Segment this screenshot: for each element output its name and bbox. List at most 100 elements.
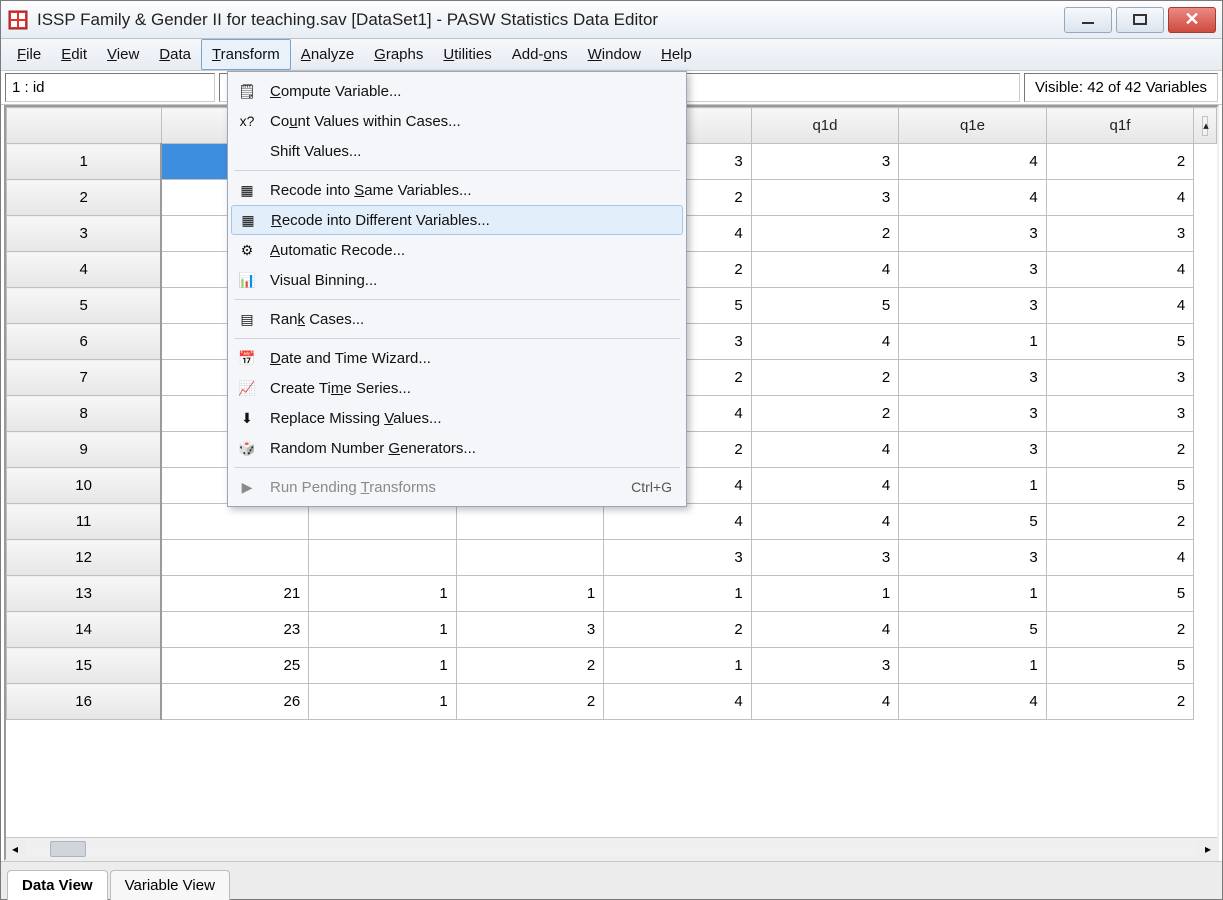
menu-window[interactable]: Window bbox=[578, 39, 651, 70]
data-cell[interactable] bbox=[161, 540, 309, 576]
data-cell[interactable]: 2 bbox=[751, 360, 899, 396]
col-header-q1f[interactable]: q1f bbox=[1046, 108, 1194, 144]
row-number[interactable]: 1 bbox=[7, 144, 162, 180]
col-header-q1d[interactable]: q1d bbox=[751, 108, 899, 144]
data-cell[interactable]: 3 bbox=[899, 396, 1047, 432]
data-cell[interactable]: 3 bbox=[1046, 396, 1194, 432]
data-cell[interactable]: 4 bbox=[899, 684, 1047, 720]
data-cell[interactable]: 4 bbox=[751, 684, 899, 720]
data-cell[interactable]: 4 bbox=[604, 684, 752, 720]
col-header-q1e[interactable]: q1e bbox=[899, 108, 1047, 144]
data-cell[interactable]: 1 bbox=[899, 324, 1047, 360]
row-number[interactable]: 6 bbox=[7, 324, 162, 360]
data-cell[interactable]: 3 bbox=[1046, 360, 1194, 396]
menu-shift-values[interactable]: Shift Values... bbox=[228, 136, 686, 166]
menu-recode-same[interactable]: ▦ Recode into Same Variables... bbox=[228, 175, 686, 205]
data-cell[interactable]: 23 bbox=[161, 612, 309, 648]
menu-transform[interactable]: Transform bbox=[201, 39, 291, 70]
menu-create-time-series[interactable]: 📈 Create Time Series... bbox=[228, 373, 686, 403]
data-cell[interactable] bbox=[456, 504, 604, 540]
data-cell[interactable]: 2 bbox=[1046, 684, 1194, 720]
data-cell[interactable]: 2 bbox=[456, 648, 604, 684]
data-cell[interactable]: 3 bbox=[751, 540, 899, 576]
data-cell[interactable]: 4 bbox=[1046, 180, 1194, 216]
row-number[interactable]: 4 bbox=[7, 252, 162, 288]
data-cell[interactable]: 1 bbox=[604, 648, 752, 684]
scroll-left-icon[interactable]: ◂ bbox=[6, 842, 24, 856]
data-cell[interactable]: 5 bbox=[1046, 324, 1194, 360]
data-cell[interactable] bbox=[161, 504, 309, 540]
row-number[interactable]: 8 bbox=[7, 396, 162, 432]
row-number[interactable]: 5 bbox=[7, 288, 162, 324]
data-cell[interactable]: 3 bbox=[899, 360, 1047, 396]
data-cell[interactable]: 4 bbox=[1046, 540, 1194, 576]
menu-analyze[interactable]: Analyze bbox=[291, 39, 364, 70]
data-cell[interactable]: 4 bbox=[604, 504, 752, 540]
table-row[interactable]: 1321111115 bbox=[7, 576, 1217, 612]
data-cell[interactable]: 5 bbox=[1046, 576, 1194, 612]
data-cell[interactable]: 4 bbox=[751, 612, 899, 648]
menu-view[interactable]: View bbox=[97, 39, 149, 70]
close-button[interactable]: ✕ bbox=[1168, 7, 1216, 33]
data-cell[interactable]: 2 bbox=[1046, 144, 1194, 180]
corner-cell[interactable] bbox=[7, 108, 162, 144]
menu-count-values[interactable]: x? Count Values within Cases... bbox=[228, 106, 686, 136]
menu-visual-binning[interactable]: 📊 Visual Binning... bbox=[228, 265, 686, 295]
data-cell[interactable]: 5 bbox=[1046, 468, 1194, 504]
scroll-right-icon[interactable]: ▸ bbox=[1199, 842, 1217, 856]
row-number[interactable]: 11 bbox=[7, 504, 162, 540]
row-number[interactable]: 12 bbox=[7, 540, 162, 576]
menu-help[interactable]: Help bbox=[651, 39, 702, 70]
table-row[interactable]: 123334 bbox=[7, 540, 1217, 576]
data-cell[interactable]: 1 bbox=[899, 468, 1047, 504]
data-cell[interactable]: 3 bbox=[751, 144, 899, 180]
data-cell[interactable]: 1 bbox=[604, 576, 752, 612]
menu-compute-variable[interactable]: 🗒 Compute Variable... bbox=[228, 76, 686, 106]
data-cell[interactable]: 3 bbox=[604, 540, 752, 576]
table-row[interactable]: 1423132452 bbox=[7, 612, 1217, 648]
menu-graphs[interactable]: Graphs bbox=[364, 39, 433, 70]
data-cell[interactable] bbox=[309, 504, 457, 540]
data-cell[interactable]: 2 bbox=[604, 612, 752, 648]
data-cell[interactable]: 1 bbox=[456, 576, 604, 612]
menu-recode-different[interactable]: ▦ Recode into Different Variables... bbox=[231, 205, 683, 235]
data-cell[interactable]: 1 bbox=[309, 612, 457, 648]
menu-random-number-generators[interactable]: 🎲 Random Number Generators... bbox=[228, 433, 686, 463]
row-number[interactable]: 13 bbox=[7, 576, 162, 612]
row-number[interactable]: 16 bbox=[7, 684, 162, 720]
horizontal-scrollbar[interactable]: ◂ ▸ bbox=[6, 837, 1217, 859]
data-cell[interactable]: 3 bbox=[899, 252, 1047, 288]
cell-reference[interactable]: 1 : id bbox=[5, 73, 215, 102]
data-cell[interactable]: 25 bbox=[161, 648, 309, 684]
row-number[interactable]: 10 bbox=[7, 468, 162, 504]
row-number[interactable]: 2 bbox=[7, 180, 162, 216]
menu-edit[interactable]: Edit bbox=[51, 39, 97, 70]
menu-addons[interactable]: Add-ons bbox=[502, 39, 578, 70]
data-cell[interactable]: 5 bbox=[899, 504, 1047, 540]
data-cell[interactable]: 4 bbox=[751, 504, 899, 540]
tab-data-view[interactable]: Data View bbox=[7, 870, 108, 900]
row-number[interactable]: 14 bbox=[7, 612, 162, 648]
menu-rank-cases[interactable]: ▤ Rank Cases... bbox=[228, 304, 686, 334]
scrollbar-track[interactable] bbox=[26, 841, 1197, 857]
minimize-button[interactable] bbox=[1064, 7, 1112, 33]
data-cell[interactable]: 2 bbox=[1046, 504, 1194, 540]
row-number[interactable]: 3 bbox=[7, 216, 162, 252]
table-row[interactable]: 1626124442 bbox=[7, 684, 1217, 720]
data-cell[interactable]: 2 bbox=[456, 684, 604, 720]
row-number[interactable]: 7 bbox=[7, 360, 162, 396]
data-cell[interactable]: 3 bbox=[899, 432, 1047, 468]
row-number[interactable]: 15 bbox=[7, 648, 162, 684]
menu-automatic-recode[interactable]: ⚙ Automatic Recode... bbox=[228, 235, 686, 265]
scrollbar-thumb[interactable] bbox=[50, 841, 86, 857]
data-cell[interactable]: 26 bbox=[161, 684, 309, 720]
data-cell[interactable]: 1 bbox=[309, 648, 457, 684]
data-cell[interactable]: 5 bbox=[751, 288, 899, 324]
data-cell[interactable]: 4 bbox=[899, 180, 1047, 216]
menu-data[interactable]: Data bbox=[149, 39, 201, 70]
menu-file[interactable]: File bbox=[7, 39, 51, 70]
data-cell[interactable]: 1 bbox=[309, 576, 457, 612]
data-cell[interactable]: 2 bbox=[1046, 432, 1194, 468]
table-row[interactable]: 1525121315 bbox=[7, 648, 1217, 684]
data-cell[interactable]: 3 bbox=[456, 612, 604, 648]
